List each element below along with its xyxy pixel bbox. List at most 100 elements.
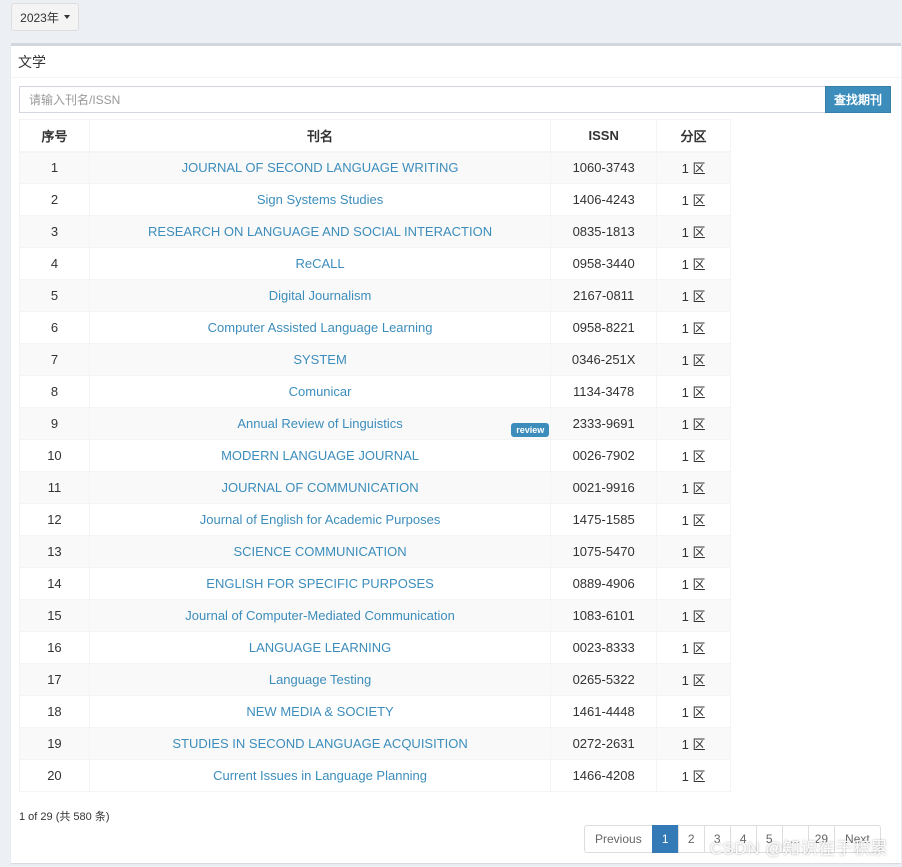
issn-cell: 0272-2631 — [550, 727, 658, 760]
row-number: 1 — [19, 151, 90, 184]
journal-name-cell: ENGLISH FOR SPECIFIC PURPOSES — [88, 567, 552, 600]
journal-name-cell: Computer Assisted Language Learning — [88, 311, 552, 344]
page-2-button[interactable]: 2 — [677, 825, 705, 853]
row-number: 4 — [19, 247, 90, 280]
page-1-button[interactable]: 1 — [651, 825, 679, 853]
table-body: 1 JOURNAL OF SECOND LANGUAGE WRITING 1060-… — [19, 151, 731, 792]
zone-cell: 1 区 — [656, 503, 731, 536]
year-dropdown-label: 2023年 — [20, 10, 59, 25]
search-input[interactable] — [19, 86, 825, 113]
row-number: 20 — [19, 759, 90, 792]
header-zone[interactable]: 分区 — [656, 119, 731, 153]
table-header-row: 序号 刊名 ISSN 分区 — [19, 119, 731, 153]
search-button[interactable]: 查找期刊 — [825, 86, 891, 113]
header-no[interactable]: 序号 — [19, 119, 90, 153]
zone-cell: 1 区 — [656, 535, 731, 568]
caret-down-icon — [63, 15, 70, 19]
row-number: 14 — [19, 567, 90, 600]
zone-cell: 1 区 — [656, 311, 731, 344]
journal-link[interactable]: NEW MEDIA & SOCIETY — [246, 704, 393, 719]
table-row: 12 Journal of English for Academic Purpos… — [19, 503, 731, 536]
zone-cell: 1 区 — [656, 759, 731, 792]
journal-link[interactable]: Journal of Computer-Mediated Communicati… — [185, 608, 455, 623]
journal-name-cell: Annual Review of Linguistics review — [88, 407, 552, 440]
journal-link[interactable]: Current Issues in Language Planning — [213, 768, 427, 783]
journal-link[interactable]: ENGLISH FOR SPECIFIC PURPOSES — [206, 576, 434, 591]
journal-name-cell: SCIENCE COMMUNICATION — [88, 535, 552, 568]
table-row: 5 Digital Journalism 2167-0811 1 区 — [19, 279, 731, 312]
zone-cell: 1 区 — [656, 215, 731, 248]
journal-link[interactable]: Sign Systems Studies — [257, 192, 383, 207]
journal-name-cell: NEW MEDIA & SOCIETY — [88, 695, 552, 728]
table-row: 19 STUDIES IN SECOND LANGUAGE ACQUISITION… — [19, 727, 731, 760]
journal-name-cell: ReCALL — [88, 247, 552, 280]
journal-name-cell: Journal of English for Academic Purposes — [88, 503, 552, 536]
journal-name-cell: RESEARCH ON LANGUAGE AND SOCIAL INTERACT… — [88, 215, 552, 248]
zone-cell: 1 区 — [656, 471, 731, 504]
review-badge: review — [511, 423, 550, 437]
row-number: 15 — [19, 599, 90, 632]
journal-link[interactable]: Digital Journalism — [269, 288, 372, 303]
issn-cell: 0265-5322 — [550, 663, 658, 696]
year-dropdown[interactable]: 2023年 — [11, 3, 79, 31]
previous-page-button[interactable]: Previous — [584, 825, 653, 853]
issn-cell: 1461-4448 — [550, 695, 658, 728]
row-number: 18 — [19, 695, 90, 728]
watermark: CSDN @知识在于积累 — [709, 839, 888, 858]
table-row: 13 SCIENCE COMMUNICATION 1075-5470 1 区 — [19, 535, 731, 568]
journal-link[interactable]: STUDIES IN SECOND LANGUAGE ACQUISITION — [172, 736, 467, 751]
zone-cell: 1 区 — [656, 183, 731, 216]
journal-link[interactable]: Annual Review of Linguistics — [237, 416, 402, 431]
journal-link[interactable]: RESEARCH ON LANGUAGE AND SOCIAL INTERACT… — [148, 224, 492, 239]
journal-link[interactable]: Language Testing — [269, 672, 371, 687]
journal-name-cell: JOURNAL OF COMMUNICATION — [88, 471, 552, 504]
journal-name-cell: Comunicar — [88, 375, 552, 408]
table-row: 15 Journal of Computer-Mediated Communica… — [19, 599, 731, 632]
journal-link[interactable]: JOURNAL OF COMMUNICATION — [221, 480, 418, 495]
row-number: 5 — [19, 279, 90, 312]
zone-cell: 1 区 — [656, 439, 731, 472]
journal-name-cell: Digital Journalism — [88, 279, 552, 312]
panel-header: 文学 — [11, 46, 901, 78]
pagination-summary: 1 of 29 (共 580 条) — [19, 811, 110, 823]
zone-cell: 1 区 — [656, 375, 731, 408]
row-number: 11 — [19, 471, 90, 504]
row-number: 3 — [19, 215, 90, 248]
issn-cell: 0958-8221 — [550, 311, 658, 344]
header-issn[interactable]: ISSN — [550, 119, 658, 153]
table-row: 7 SYSTEM 0346-251X 1 区 — [19, 343, 731, 376]
table-row: 2 Sign Systems Studies 1406-4243 1 区 — [19, 183, 731, 216]
journal-link[interactable]: Computer Assisted Language Learning — [208, 320, 433, 335]
header-name[interactable]: 刊名 — [88, 119, 552, 153]
zone-cell: 1 区 — [656, 407, 731, 440]
issn-cell: 1134-3478 — [550, 375, 658, 408]
zone-cell: 1 区 — [656, 727, 731, 760]
journal-link[interactable]: ReCALL — [295, 256, 344, 271]
issn-cell: 2333-9691 — [550, 407, 658, 440]
journal-link[interactable]: MODERN LANGUAGE JOURNAL — [221, 448, 419, 463]
zone-cell: 1 区 — [656, 247, 731, 280]
journal-name-cell: Language Testing — [88, 663, 552, 696]
journal-name-cell: JOURNAL OF SECOND LANGUAGE WRITING — [88, 151, 552, 184]
issn-cell: 0346-251X — [550, 343, 658, 376]
issn-cell: 2167-0811 — [550, 279, 658, 312]
journal-link[interactable]: JOURNAL OF SECOND LANGUAGE WRITING — [182, 160, 459, 175]
journal-link[interactable]: SCIENCE COMMUNICATION — [234, 544, 407, 559]
zone-cell: 1 区 — [656, 151, 731, 184]
table-row: 18 NEW MEDIA & SOCIETY 1461-4448 1 区 — [19, 695, 731, 728]
journal-name-cell: Current Issues in Language Planning — [88, 759, 552, 792]
issn-cell: 1083-6101 — [550, 599, 658, 632]
journal-link[interactable]: Journal of English for Academic Purposes — [200, 512, 441, 527]
table-row: 4 ReCALL 0958-3440 1 区 — [19, 247, 731, 280]
journal-link[interactable]: Comunicar — [289, 384, 352, 399]
zone-cell: 1 区 — [656, 599, 731, 632]
journal-link[interactable]: LANGUAGE LEARNING — [249, 640, 391, 655]
table-row: 9 Annual Review of Linguistics review 2333-… — [19, 407, 731, 440]
journal-link[interactable]: SYSTEM — [293, 352, 346, 367]
journal-name-cell: Journal of Computer-Mediated Communicati… — [88, 599, 552, 632]
row-number: 13 — [19, 535, 90, 568]
issn-cell: 0889-4906 — [550, 567, 658, 600]
table-row: 11 JOURNAL OF COMMUNICATION 0021-9916 1 区 — [19, 471, 731, 504]
journal-name-cell: LANGUAGE LEARNING — [88, 631, 552, 664]
journal-name-cell: STUDIES IN SECOND LANGUAGE ACQUISITION — [88, 727, 552, 760]
